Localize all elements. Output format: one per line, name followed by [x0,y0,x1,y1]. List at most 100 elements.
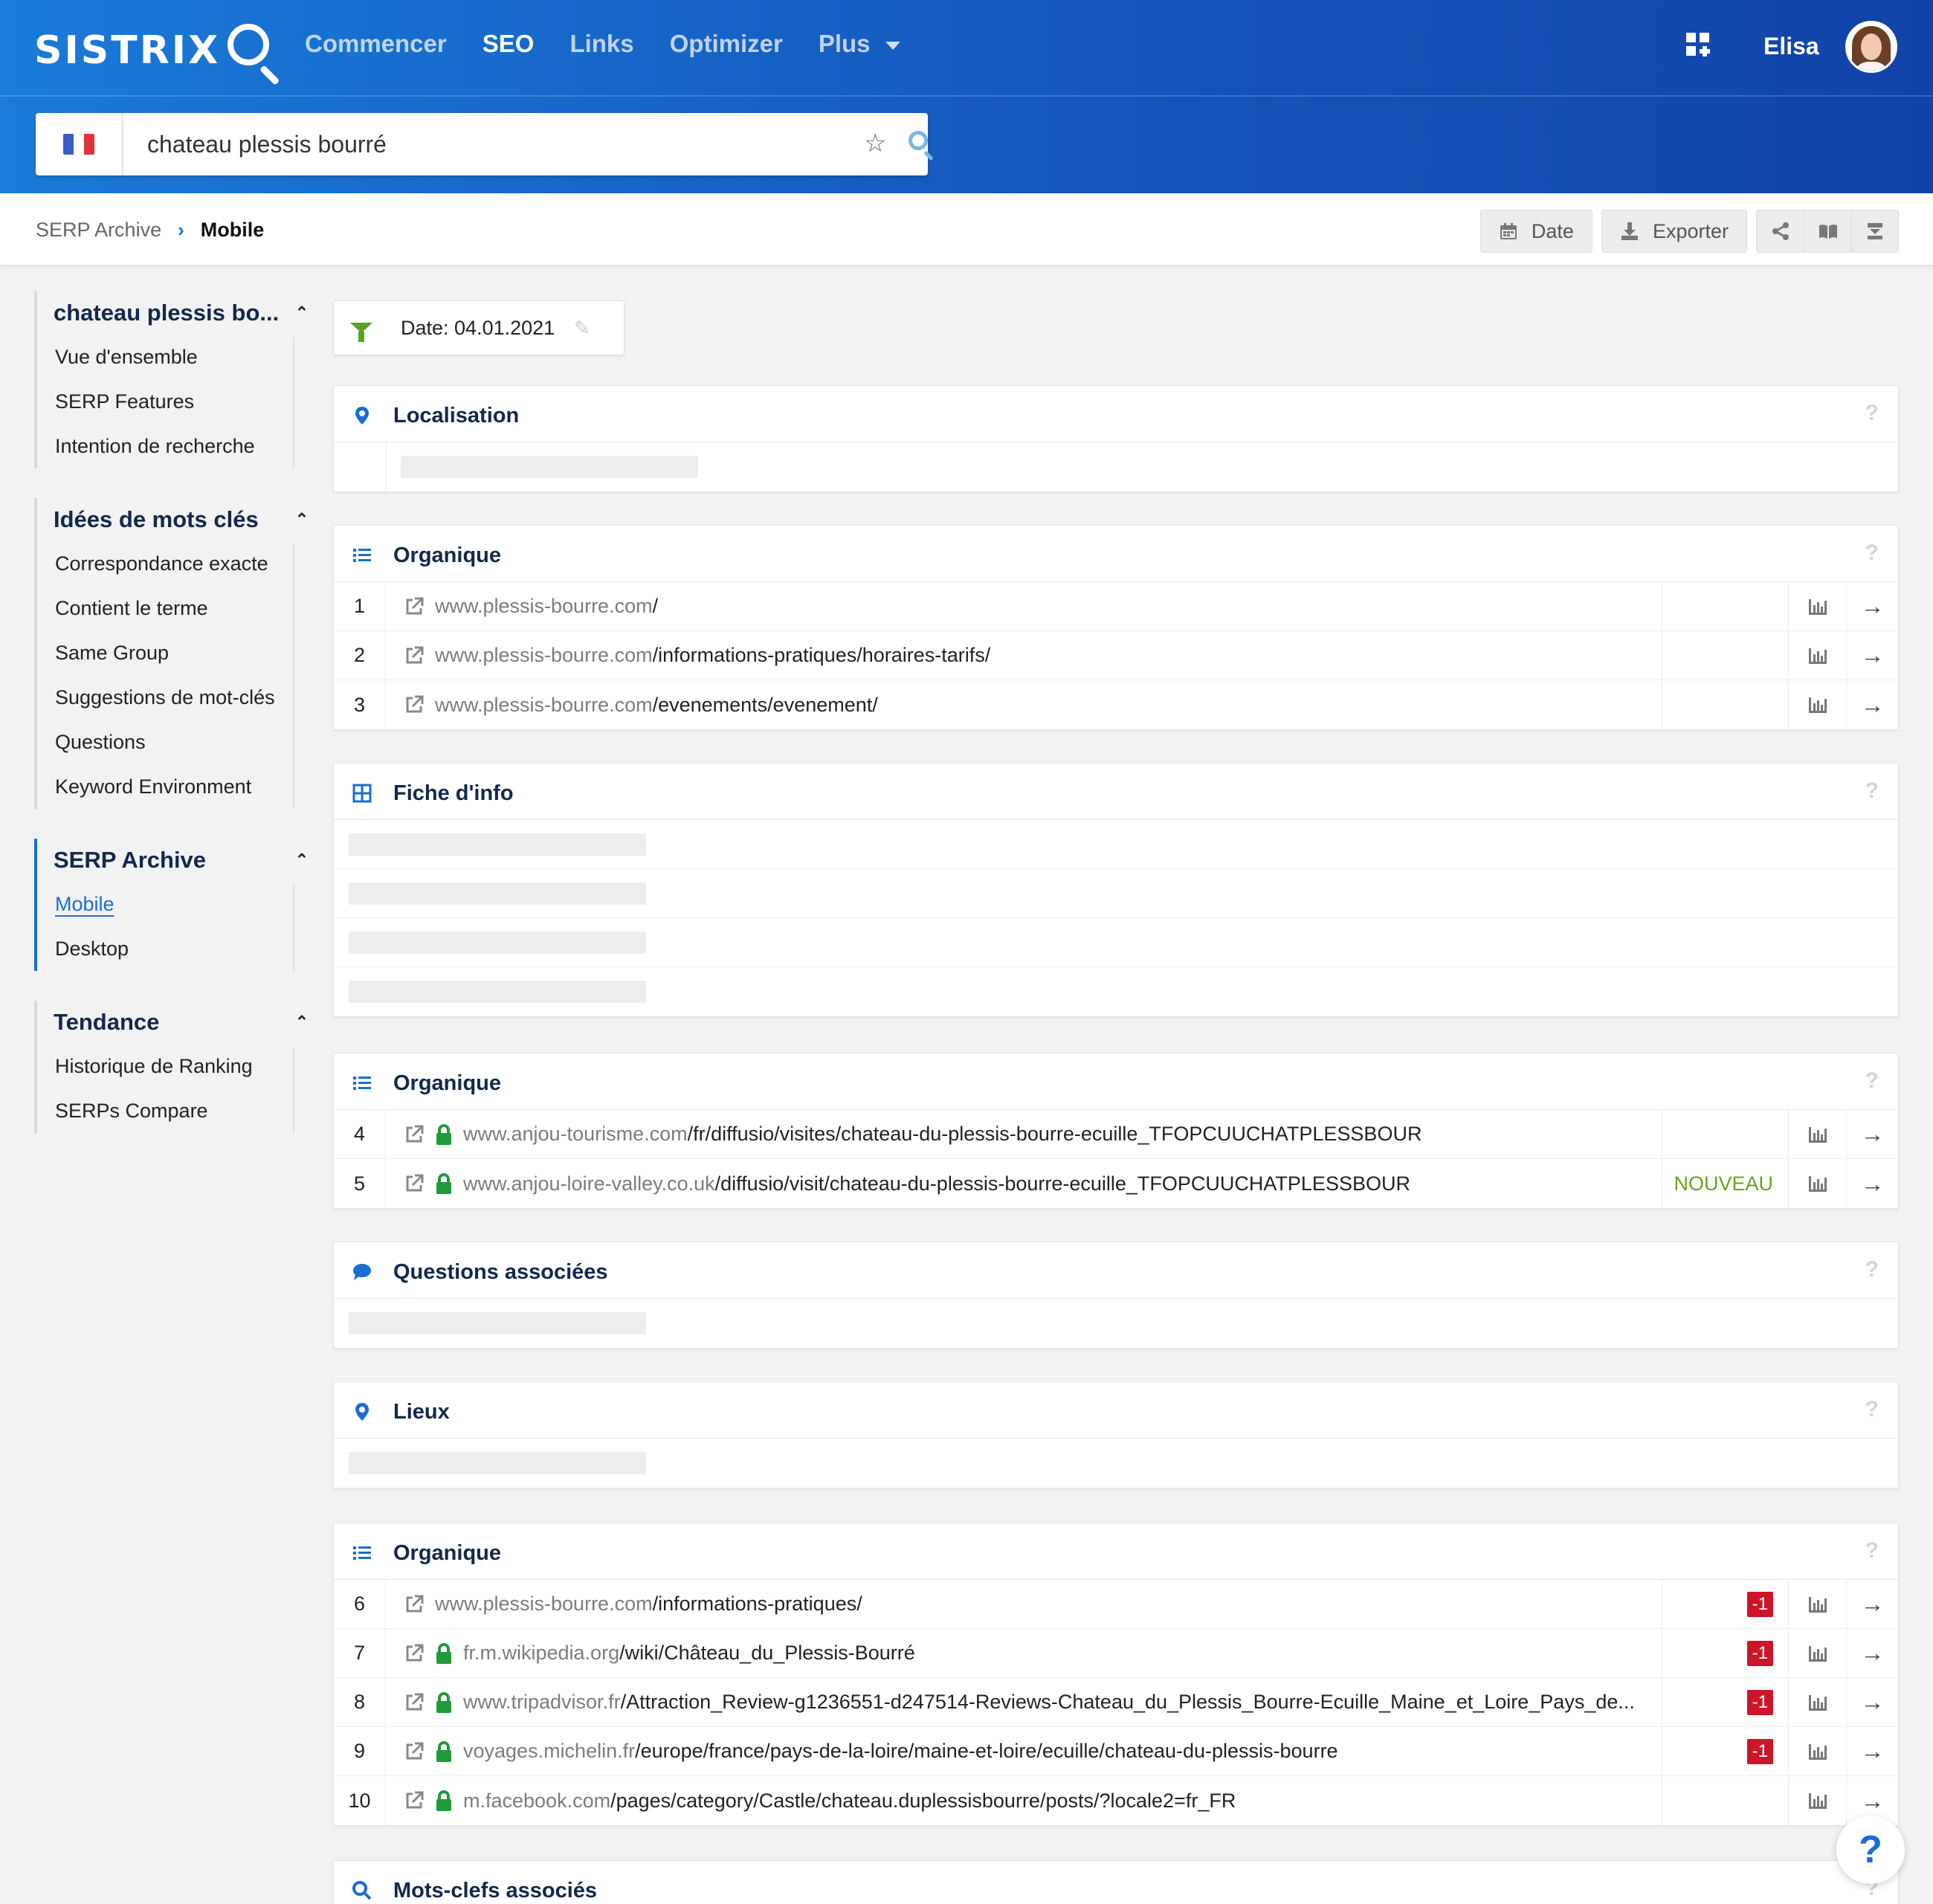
breadcrumb-parent[interactable]: SERP Archive [36,219,161,242]
sidebar-item-search-intent[interactable]: Intention de recherche [34,424,309,468]
sidebar-item-suggestions[interactable]: Suggestions de mot-clés [34,675,309,720]
result-url[interactable]: www.anjou-loire-valley.co.uk/diffusio/vi… [386,1159,1662,1208]
result-url[interactable]: www.plessis-bourre.com / [386,582,1662,630]
sidebar-item-contains-term[interactable]: Contient le terme [34,586,309,630]
sidebar-item-desktop[interactable]: Desktop [34,926,309,971]
panel-title: Organique [393,543,502,567]
result-url[interactable]: www.tripadvisor.fr/Attraction_Review-g12… [386,1678,1662,1726]
details-arrow-icon[interactable]: → [1846,1678,1898,1726]
sidebar-item-ranking-history[interactable]: Historique de Ranking [34,1044,309,1088]
result-url[interactable]: www.anjou-tourisme.com/fr/diffusio/visit… [386,1110,1662,1158]
sistrix-logo[interactable]: SISTRIX [34,21,280,85]
external-link-icon[interactable] [404,1643,425,1664]
help-icon[interactable]: ? [1865,401,1879,426]
ranking-chart-button[interactable] [1788,582,1846,630]
chevron-up-icon: ⌃ [294,510,309,529]
details-arrow-icon[interactable]: → [1846,1727,1898,1775]
external-link-icon[interactable] [404,1790,425,1811]
sidebar: chateau plessis bo... ⌃ Vue d'ensemble SE… [34,291,309,1163]
save-dashboard-button[interactable] [1851,210,1899,253]
sidebar-group-header[interactable]: chateau plessis bo... ⌃ [34,291,309,335]
result-domain: fr.m.wikipedia.org [463,1642,620,1664]
placeholder-bar [349,882,646,905]
details-arrow-icon[interactable]: → [1846,1580,1898,1628]
nav-seo[interactable]: SEO [483,30,535,58]
user-name[interactable]: Elisa [1763,33,1819,60]
help-icon[interactable]: ? [1865,1397,1879,1422]
share-button[interactable] [1756,210,1804,253]
help-icon[interactable]: ? [1865,778,1879,804]
external-link-icon[interactable] [404,596,425,617]
help-icon[interactable]: ? [1865,1068,1879,1094]
panel-header: Organique ? [334,1523,1898,1580]
bar-chart-icon [1808,1596,1827,1613]
nav-plus[interactable]: Plus [819,30,900,58]
details-arrow-icon[interactable]: → [1846,1110,1898,1158]
sidebar-item-serp-features[interactable]: SERP Features [34,379,309,424]
nav-commencer[interactable]: Commencer [305,30,447,58]
ranking-chart-button[interactable] [1788,1629,1846,1677]
sidebar-item-keyword-environment[interactable]: Keyword Environment [34,764,309,809]
search-input[interactable] [147,128,816,161]
help-icon[interactable]: ? [1865,1538,1879,1563]
external-link-icon[interactable] [404,1124,425,1145]
external-link-icon[interactable] [404,1692,425,1713]
sidebar-item-mobile[interactable]: Mobile [34,882,309,926]
manual-button[interactable] [1804,210,1851,253]
details-arrow-icon[interactable]: → [1846,680,1898,729]
ranking-chart-button[interactable] [1788,1110,1846,1158]
sidebar-item-label: SERPs Compare [55,1099,208,1122]
list-icon [353,549,371,562]
search-icon[interactable] [907,129,937,161]
external-link-icon[interactable] [404,1741,425,1762]
result-url[interactable]: fr.m.wikipedia.org/wiki/Château_du_Pless… [386,1629,1662,1677]
sidebar-item-exact-match[interactable]: Correspondance exacte [34,541,309,586]
details-arrow-icon[interactable]: → [1846,1629,1898,1677]
sidebar-group-header[interactable]: Tendance ⌃ [34,1001,309,1044]
help-icon[interactable]: ? [1865,1257,1879,1282]
user-avatar[interactable] [1845,21,1897,73]
details-arrow-icon[interactable]: → [1846,631,1898,680]
sidebar-item-overview[interactable]: Vue d'ensemble [34,335,309,379]
result-url[interactable]: www.plessis-bourre.com/informations-prat… [386,631,1662,680]
help-button[interactable]: ? [1836,1816,1905,1884]
result-url[interactable]: voyages.michelin.fr/europe/france/pays-d… [386,1727,1662,1775]
sidebar-item-label: Desktop [55,937,129,960]
sidebar-item-questions[interactable]: Questions [34,720,309,764]
external-link-icon[interactable] [404,1173,425,1194]
ranking-chart-button[interactable] [1788,680,1846,729]
details-arrow-icon[interactable]: → [1846,1159,1898,1208]
ranking-chart-button[interactable] [1788,1159,1846,1208]
external-link-icon[interactable] [404,1594,425,1615]
ranking-chart-button[interactable] [1788,1776,1846,1825]
apps-grid-icon[interactable] [1686,33,1710,57]
export-button[interactable]: Exporter [1601,210,1747,253]
ranking-chart-button[interactable] [1788,1580,1846,1628]
sidebar-group-title: chateau plessis bo... [54,300,280,326]
star-icon[interactable]: ☆ [864,131,886,156]
date-button[interactable]: Date [1479,210,1592,253]
result-path: /fr/diffusio/visites/chateau-du-plessis-… [687,1123,1422,1145]
pencil-icon[interactable]: ✎ [574,317,590,340]
sidebar-item-label: Historique de Ranking [55,1054,253,1077]
external-link-icon[interactable] [404,645,425,666]
sidebar-group-header[interactable]: Idées de mots clés ⌃ [34,498,309,541]
result-url[interactable]: m.facebook.com/pages/category/Castle/cha… [386,1776,1662,1825]
date-filter[interactable]: Date: 04.01.2021 ✎ [333,300,625,355]
nav-optimizer[interactable]: Optimizer [670,30,783,58]
external-link-icon[interactable] [404,694,425,715]
sidebar-item-serps-compare[interactable]: SERPs Compare [34,1088,309,1133]
result-url[interactable]: www.plessis-bourre.com/evenements/evenem… [386,680,1662,729]
result-status [1662,1110,1788,1158]
nav-links[interactable]: Links [569,30,633,58]
sidebar-group-header[interactable]: SERP Archive ⌃ [34,839,309,882]
ranking-chart-button[interactable] [1788,1727,1846,1775]
sidebar-item-same-group[interactable]: Same Group [34,630,309,675]
details-arrow-icon[interactable]: → [1846,582,1898,630]
result-position: 3 [334,680,386,729]
ranking-chart-button[interactable] [1788,631,1846,680]
country-selector[interactable] [36,113,123,175]
help-icon[interactable]: ? [1865,540,1879,566]
result-url[interactable]: www.plessis-bourre.com/informations-prat… [386,1580,1662,1628]
ranking-chart-button[interactable] [1788,1678,1846,1726]
